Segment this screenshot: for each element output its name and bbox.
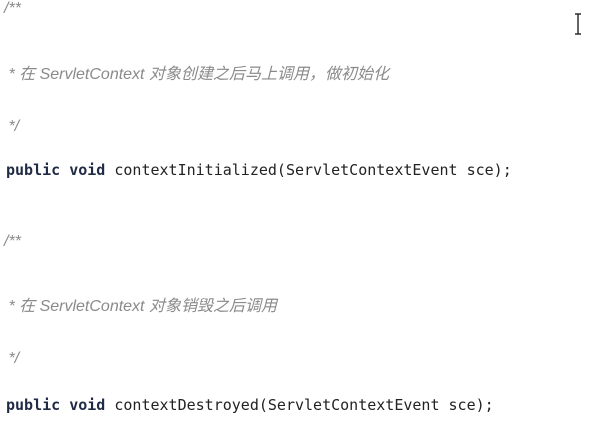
- modifier-keyword: public: [6, 161, 61, 179]
- return-type-keyword: void: [69, 396, 106, 414]
- return-type-keyword: void: [69, 161, 106, 179]
- code-editor[interactable]: /** * 在 ServletContext 对象创建之后马上调用，做初始化 *…: [0, 0, 611, 425]
- doc-comment-close: */: [4, 118, 20, 135]
- method-declaration-context-destroyed: public void contextDestroyed(ServletCont…: [6, 396, 494, 414]
- doc-comment-open: /**: [4, 233, 21, 250]
- doc-comment-text: * 在 ServletContext 对象创建之后马上调用，做初始化: [4, 66, 389, 83]
- text-cursor-icon: [575, 13, 581, 35]
- method-declaration-context-initialized: public void contextInitialized(ServletCo…: [6, 161, 512, 179]
- doc-comment-text: * 在 ServletContext 对象销毁之后调用: [4, 298, 277, 315]
- doc-comment-close: */: [4, 350, 20, 367]
- doc-comment-open: /**: [4, 0, 21, 17]
- method-signature: contextDestroyed(ServletContextEvent sce…: [114, 396, 494, 414]
- modifier-keyword: public: [6, 396, 61, 414]
- method-signature: contextInitialized(ServletContextEvent s…: [114, 161, 512, 179]
